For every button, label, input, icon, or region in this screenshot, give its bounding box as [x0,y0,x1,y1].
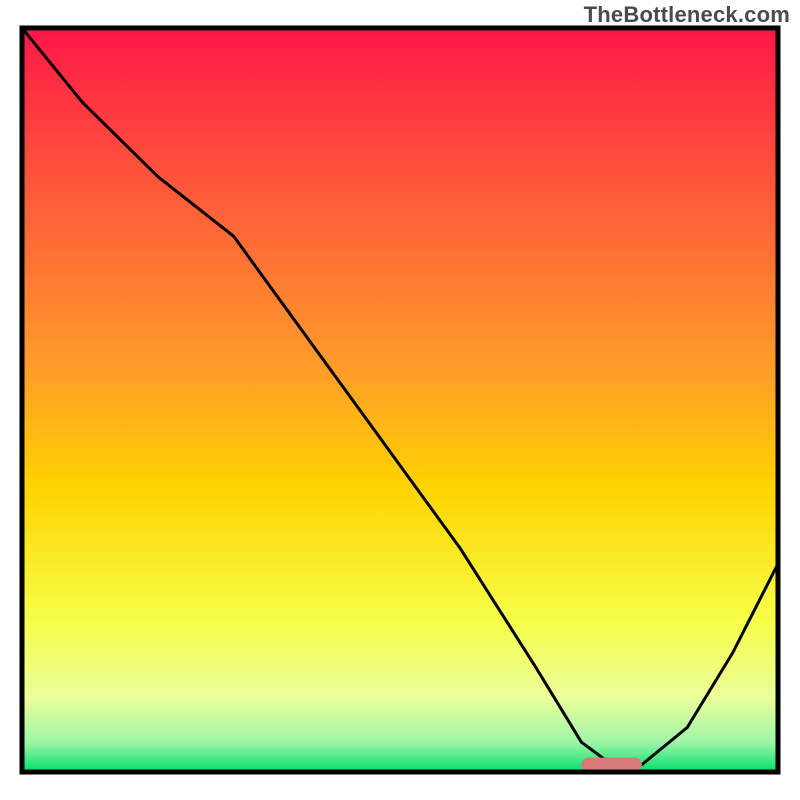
bottleneck-chart [0,0,800,800]
chart-container: TheBottleneck.com [0,0,800,800]
plot-background [22,28,778,772]
watermark-label: TheBottleneck.com [584,2,790,28]
